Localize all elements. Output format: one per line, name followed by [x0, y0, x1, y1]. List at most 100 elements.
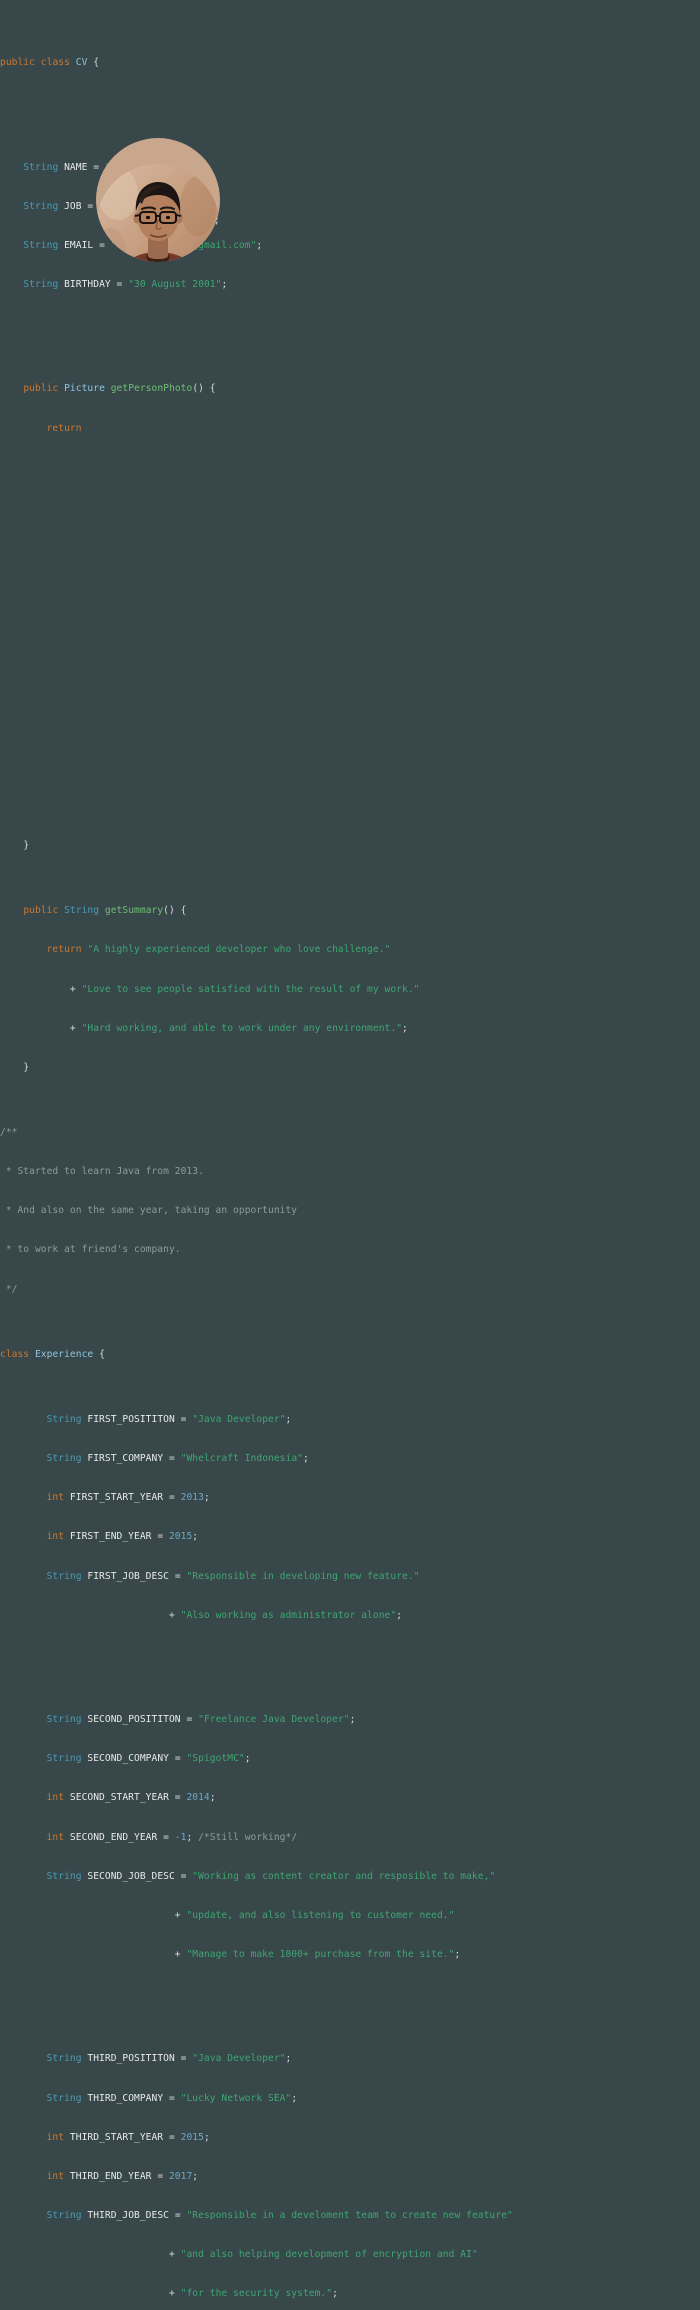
plus-e2d2: +: [168, 2288, 175, 2300]
keyword-class: class: [40, 57, 70, 69]
value-exp0-company: "Whelcraft Indonesia": [180, 1453, 303, 1465]
key-exp2-start: THIRD_START_YEAR: [69, 2131, 164, 2143]
semi-4: ;: [221, 278, 228, 290]
value-exp1-desc-0: "Working as content creator and resposib…: [192, 1870, 496, 1882]
line-blank-e0: [0, 1648, 700, 1661]
line-exp1-desc-1: + "update, and also listening to custome…: [0, 1909, 700, 1922]
key-exp1-end: SECOND_END_YEAR: [69, 1831, 158, 1843]
code-editor-surface[interactable]: public class CV { String NAME = "Samuel …: [0, 0, 700, 2299]
key-exp1-company: SECOND_COMPANY: [87, 1753, 169, 1765]
line-summary-2: + "Hard working, and able to work under …: [0, 1022, 700, 1035]
semi-e1d2: ;: [454, 1948, 461, 1960]
comment-line-3: * to work at friend's company.: [0, 1244, 181, 1256]
eq-e0e: =: [157, 1531, 164, 1543]
key-exp2-company: THIRD_COMPANY: [87, 2092, 164, 2104]
keyword-public: public: [0, 57, 35, 69]
semi-e0s: ;: [203, 1492, 210, 1504]
line-exp1-start: int SECOND_START_YEAR = 2014;: [0, 1791, 700, 1804]
keyword-int-e0s: int: [46, 1492, 65, 1504]
type-string-e1c: String: [46, 1753, 82, 1765]
key-exp0-desc: FIRST_JOB_DESC: [87, 1570, 169, 1582]
summary-text-1: "Love to see people satisfied with the r…: [81, 983, 420, 995]
summary-text-0: "A highly experienced developer who love…: [87, 944, 391, 956]
keyword-return-1: return: [46, 422, 82, 434]
photo-line-4: [0, 604, 700, 617]
comment-line-2: * And also on the same year, taking an o…: [0, 1205, 298, 1217]
semi-e0c: ;: [303, 1453, 309, 1465]
eq-e0c: =: [168, 1453, 175, 1465]
line-exp1-desc-0: String SECOND_JOB_DESC = "Working as con…: [0, 1870, 700, 1883]
value-exp0-end: 2015: [168, 1531, 193, 1543]
person-photo-container: ;: [96, 112, 220, 263]
comment-line-1: * Started to learn Java from 2013.: [0, 1166, 204, 1178]
key-exp2-position: THIRD_POSITITON: [87, 2053, 175, 2065]
eq-e0s: =: [168, 1492, 175, 1504]
plus-e0d1: +: [168, 1609, 175, 1621]
value-exp2-desc-2: "for the security system.": [180, 2288, 333, 2300]
keyword-int-e2e: int: [46, 2170, 65, 2182]
field-key-job: JOB: [64, 200, 82, 212]
line-exp2-company: String THIRD_COMPANY = "Lucky Network SE…: [0, 2092, 700, 2105]
eq-e0d: =: [174, 1570, 181, 1582]
keyword-int-e0e: int: [46, 1531, 65, 1543]
value-exp2-start: 2015: [180, 2131, 204, 2143]
semi-e1p: ;: [349, 1714, 356, 1726]
line-exp2-end: int THIRD_END_YEAR = 2017;: [0, 2170, 700, 2183]
line-exp2-start: int THIRD_START_YEAR = 2015;: [0, 2131, 700, 2144]
line-field-email: String EMAIL = "samuelhiero81@gmail.com"…: [0, 239, 700, 252]
type-string-e2p: String: [46, 2053, 82, 2065]
brace-open-4: {: [99, 1348, 105, 1360]
line-summary-0: return "A highly experienced developer w…: [0, 943, 700, 956]
line-class-declaration: public class CV {: [0, 56, 700, 69]
semi-e2d2: ;: [332, 2288, 338, 2300]
semi-e2p: ;: [285, 2053, 292, 2065]
line-exp1-company: String SECOND_COMPANY = "SpigotMC";: [0, 1752, 700, 1765]
eq-e2p: =: [180, 2053, 187, 2065]
keyword-int-e1e: int: [46, 1831, 65, 1843]
avatar: [96, 138, 220, 263]
semi-e0e: ;: [192, 1531, 199, 1543]
value-exp0-start: 2013: [180, 1492, 204, 1504]
keyword-public-3: public: [23, 905, 59, 917]
eq-e1e: =: [163, 1831, 169, 1843]
type-string-e1p: String: [46, 1714, 82, 1726]
type-string-e0c: String: [46, 1453, 82, 1465]
line-exp1-end: int SECOND_END_YEAR = -1; /*Still workin…: [0, 1831, 700, 1844]
line-exp0-desc-0: String FIRST_JOB_DESC = "Responsible in …: [0, 1570, 700, 1583]
eq-2: =: [87, 200, 94, 212]
line-return-photo: return: [0, 422, 700, 435]
value-exp1-desc-2: "Manage to make 1000+ purchase from the …: [186, 1948, 455, 1960]
type-string-e0p: String: [46, 1414, 82, 1426]
line-exp0-company: String FIRST_COMPANY = "Whelcraft Indone…: [0, 1452, 700, 1465]
key-exp2-desc: THIRD_JOB_DESC: [87, 2209, 169, 2221]
photo-line-2: [0, 526, 700, 539]
line-exp0-start: int FIRST_START_YEAR = 2013;: [0, 1491, 700, 1504]
line-exp0-desc-1: + "Also working as administrator alone";: [0, 1609, 700, 1622]
value-exp0-desc-0: "Responsible in developing new feature.": [186, 1570, 420, 1582]
value-exp2-desc-1: "and also helping development of encrypt…: [180, 2249, 478, 2261]
semi-e1s: ;: [209, 1792, 216, 1804]
type-string-e1d: String: [46, 1870, 82, 1882]
semi-e2c: ;: [291, 2092, 298, 2104]
eq-e1d: =: [180, 1870, 187, 1882]
line-class-experience: class Experience {: [0, 1348, 700, 1361]
keyword-public-2: public: [23, 383, 59, 395]
key-exp2-end: THIRD_END_YEAR: [69, 2170, 152, 2182]
value-exp1-desc-1: "update, and also listening to customer …: [186, 1909, 455, 1921]
type-string-4: String: [23, 278, 59, 290]
eq-e1s: =: [174, 1792, 181, 1804]
value-exp1-end: -1: [174, 1831, 187, 1843]
key-exp0-position: FIRST_POSITITON: [87, 1414, 175, 1426]
type-string-e0d: String: [46, 1570, 82, 1582]
line-method-getsummary: public String getSummary() {: [0, 904, 700, 917]
photo-line-8: [0, 761, 700, 774]
key-exp0-start: FIRST_START_YEAR: [69, 1492, 164, 1504]
keyword-int-e2s: int: [46, 2131, 65, 2143]
eq-e2c: =: [168, 2092, 175, 2104]
summary-text-2: "Hard working, and able to work under an…: [81, 1022, 403, 1034]
line-exp0-position: String FIRST_POSITITON = "Java Developer…: [0, 1413, 700, 1426]
photo-line-5: [0, 643, 700, 656]
eq-e0p: =: [180, 1414, 187, 1426]
value-exp0-desc-1: "Also working as administrator alone": [180, 1609, 397, 1621]
line-blank-2: [0, 317, 700, 330]
